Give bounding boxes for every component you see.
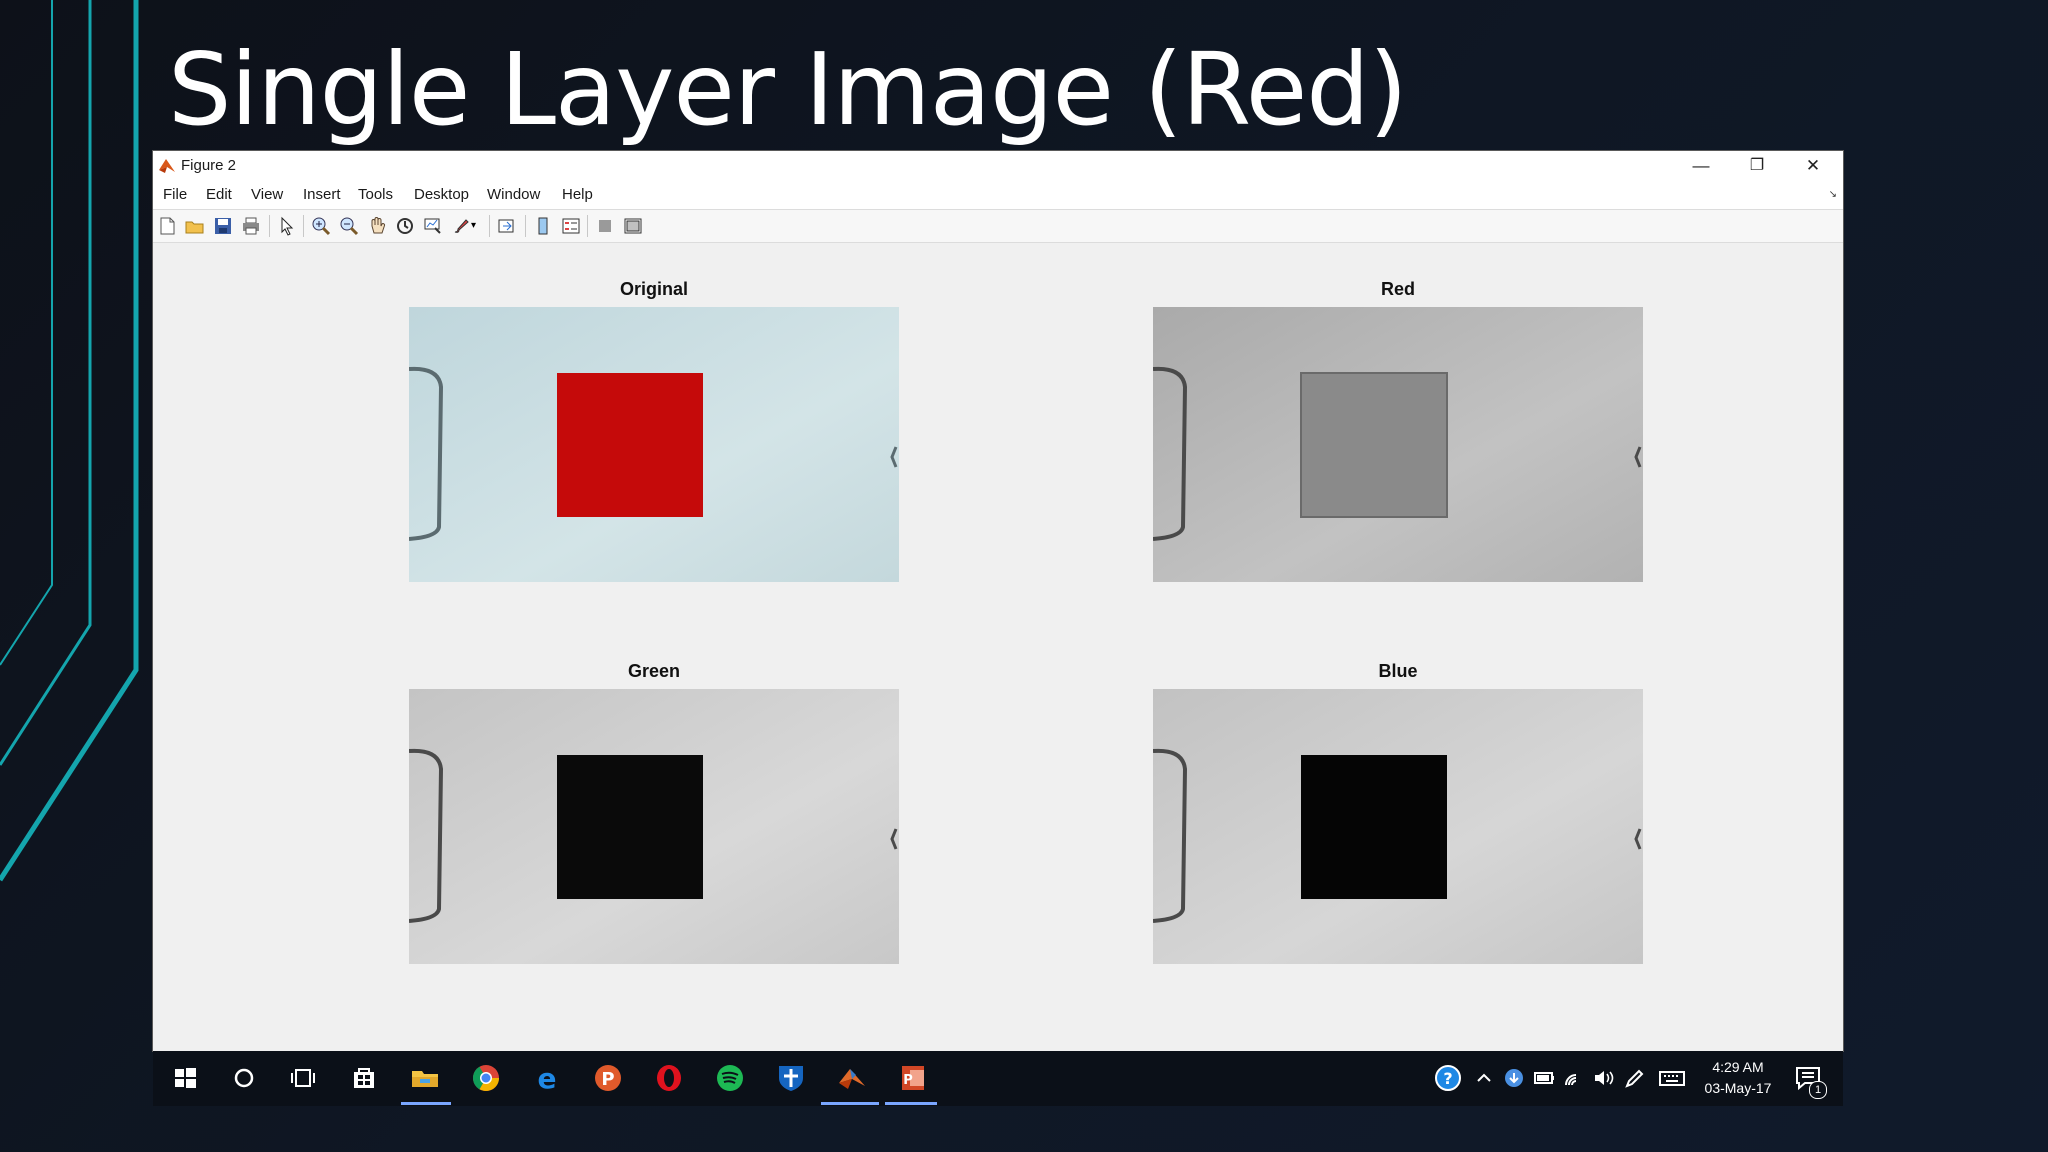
menu-help[interactable]: Help [562, 186, 593, 203]
file-explorer-icon[interactable] [408, 1061, 442, 1095]
link-plot-icon[interactable] [497, 216, 517, 236]
subplot-image-red[interactable] [1153, 307, 1643, 582]
legend-icon[interactable] [561, 216, 581, 236]
window-titlebar[interactable]: Figure 2 — ❐ ✕ [153, 151, 1843, 181]
active-app-indicator [885, 1102, 937, 1105]
menu-window[interactable]: Window [487, 186, 540, 203]
figure-toolbar: ▾ [153, 209, 1843, 243]
zoom-out-icon[interactable] [339, 216, 359, 236]
dock-arrow-icon[interactable]: ↘ [1829, 189, 1837, 200]
save-icon[interactable] [213, 216, 233, 236]
taskbar: e P P ? 4:29 AM 03-May-17 1 [153, 1051, 1843, 1106]
menu-file[interactable]: File [163, 186, 187, 203]
security-shield-icon[interactable] [774, 1061, 808, 1095]
subplot-title-original: Original [619, 279, 688, 299]
new-figure-icon[interactable] [157, 216, 177, 236]
matlab-icon[interactable] [835, 1061, 869, 1095]
data-cursor-icon[interactable] [423, 216, 443, 236]
toolbar-separator [489, 215, 490, 237]
window-title: Figure 2 [181, 157, 237, 174]
pen-icon[interactable] [1617, 1061, 1651, 1095]
spotify-icon[interactable] [713, 1061, 747, 1095]
menu-insert[interactable]: Insert [303, 186, 341, 203]
powerpoint-icon[interactable]: P [896, 1061, 930, 1095]
slide-title: Single Layer Image (Red) [168, 31, 1408, 148]
subplot-title-red: Red [1380, 279, 1415, 299]
select-arrow-icon[interactable] [277, 216, 297, 236]
clock-time: 4:29 AM [1712, 1059, 1764, 1075]
open-file-icon[interactable] [185, 216, 205, 236]
menu-desktop[interactable]: Desktop [414, 186, 469, 203]
opera-icon[interactable] [652, 1061, 686, 1095]
chrome-icon[interactable] [469, 1061, 503, 1095]
menu-view[interactable]: View [251, 186, 283, 203]
toolbar-separator [587, 215, 588, 237]
subplot-title-blue: Blue [1378, 661, 1418, 681]
active-app-indicator [821, 1102, 879, 1105]
brush-icon[interactable] [451, 216, 471, 236]
menu-edit[interactable]: Edit [206, 186, 232, 203]
print-icon[interactable] [241, 216, 261, 236]
help-icon[interactable]: ? [1431, 1061, 1465, 1095]
svg-text:?: ? [1443, 1069, 1452, 1088]
subplot-title-green: Green [627, 661, 681, 681]
show-plot-tools-icon[interactable] [623, 216, 643, 236]
wifi-icon[interactable] [1557, 1061, 1591, 1095]
brush-dropdown-icon[interactable]: ▾ [471, 216, 481, 236]
show-hidden-icons-chevron[interactable] [1467, 1061, 1501, 1095]
subplot-image-green[interactable] [409, 689, 899, 964]
active-app-indicator [401, 1102, 451, 1105]
toolbar-separator [525, 215, 526, 237]
download-icon[interactable] [1497, 1061, 1531, 1095]
svg-text:P: P [903, 1073, 913, 1088]
hide-plot-tools-icon[interactable] [595, 216, 615, 236]
notification-count-badge: 1 [1809, 1081, 1827, 1099]
matlab-figure-icon [159, 159, 175, 173]
figure-window: Figure 2 — ❐ ✕ File Edit View Insert Too… [153, 151, 1843, 1051]
pan-hand-icon[interactable] [367, 216, 387, 236]
zoom-in-icon[interactable] [311, 216, 331, 236]
volume-icon[interactable] [1587, 1061, 1621, 1095]
windows-start-icon[interactable] [168, 1061, 202, 1095]
rotate-3d-icon[interactable] [395, 216, 415, 236]
app-p-icon[interactable]: P [591, 1061, 625, 1095]
svg-text:e: e [538, 1062, 557, 1095]
colorbar-icon[interactable] [533, 216, 553, 236]
svg-text:P: P [601, 1069, 614, 1090]
restore-button[interactable]: ❐ [1729, 151, 1785, 181]
menu-tools[interactable]: Tools [358, 186, 393, 203]
cortana-search-icon[interactable] [227, 1061, 261, 1095]
battery-icon[interactable] [1527, 1061, 1561, 1095]
task-view-icon[interactable] [286, 1061, 320, 1095]
menu-bar: File Edit View Insert Tools Desktop Wind… [153, 181, 1843, 209]
toolbar-separator [269, 215, 270, 237]
clock-date: 03-May-17 [1704, 1080, 1772, 1096]
subplot-image-original[interactable] [409, 307, 899, 582]
subplot-image-blue[interactable] [1153, 689, 1643, 964]
keyboard-icon[interactable] [1655, 1061, 1689, 1095]
minimize-button[interactable]: — [1673, 151, 1729, 181]
toolbar-separator [303, 215, 304, 237]
store-icon[interactable] [347, 1061, 381, 1095]
edge-icon[interactable]: e [530, 1061, 564, 1095]
system-clock[interactable]: 4:29 AM 03-May-17 [1693, 1057, 1783, 1099]
close-button[interactable]: ✕ [1785, 151, 1841, 181]
